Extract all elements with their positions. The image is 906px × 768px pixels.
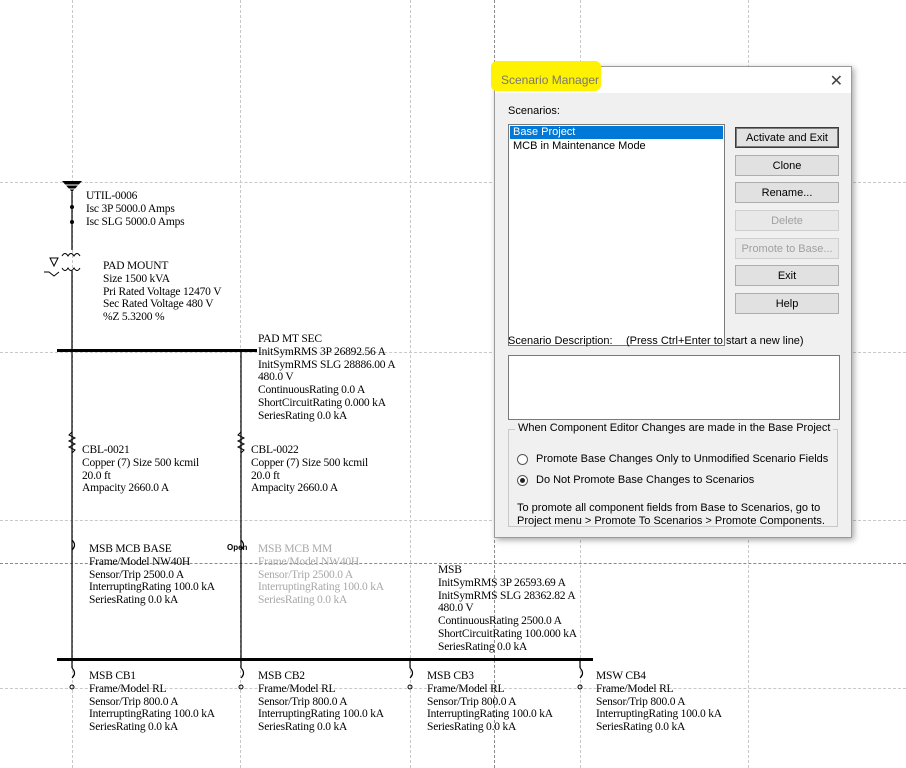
activate-and-exit-button[interactable]: Activate and Exit [735,127,839,148]
dialog-title: Scenario Manager [501,73,600,87]
rename-button[interactable]: Rename... [735,182,839,203]
cable-2-label[interactable]: CBL-0022 Copper (7) Size 500 kcmil 20.0 … [251,444,368,495]
scenario-item-base-project[interactable]: Base Project [510,126,723,139]
promote-note-text: To promote all component fields from Bas… [517,502,825,527]
scenarios-listbox[interactable]: Base Project MCB in Maintenance Mode [508,124,725,346]
groupbox-title: When Component Editor Changes are made i… [515,422,834,434]
utility-label[interactable]: UTIL-0006 Isc 3P 5000.0 Amps Isc SLG 500… [86,190,185,228]
dialog-titlebar[interactable]: Scenario Manager ✕ [491,61,851,93]
radio-promote-label: Promote Base Changes Only to Unmodified … [536,453,829,465]
radio-button-icon[interactable] [517,453,528,465]
msb-bus-label[interactable]: MSB InitSymRMS 3P 26593.69 A InitSymRMS … [438,564,577,654]
mcb-base-label[interactable]: MSB MCB BASE Frame/Model NW40H Sensor/Tr… [89,543,215,607]
delete-button[interactable]: Delete [735,210,839,231]
cb2-label[interactable]: MSB CB2 Frame/Model RL Sensor/Trip 800.0… [258,670,384,734]
utility-symbol [62,181,82,192]
exit-button[interactable]: Exit [735,265,839,286]
open-status-tag: Open [227,543,248,552]
scenarios-label: Scenarios: [508,105,560,117]
transformer-symbol [44,253,81,277]
scenario-description-label: Scenario Description: [508,335,613,347]
clone-button[interactable]: Clone [735,155,839,176]
mcb-mm-label[interactable]: MSB MCB MM Frame/Model NW40H Sensor/Trip… [258,543,384,607]
cable-1-label[interactable]: CBL-0021 Copper (7) Size 500 kcmil 20.0 … [82,444,199,495]
base-changes-groupbox: When Component Editor Changes are made i… [508,422,838,527]
cb4-label[interactable]: MSW CB4 Frame/Model RL Sensor/Trip 800.0… [596,670,722,734]
close-icon[interactable]: ✕ [830,71,843,91]
scenario-item-mcb-maintenance[interactable]: MCB in Maintenance Mode [510,140,723,153]
cb3-label[interactable]: MSB CB3 Frame/Model RL Sensor/Trip 800.0… [427,670,553,734]
radio-promote-unmodified[interactable]: Promote Base Changes Only to Unmodified … [517,452,828,466]
transformer-label[interactable]: PAD MOUNT Size 1500 kVA Pri Rated Voltag… [103,260,222,324]
help-button[interactable]: Help [735,293,839,314]
cb1-label[interactable]: MSB CB1 Frame/Model RL Sensor/Trip 800.0… [89,670,215,734]
msb-bus[interactable] [57,658,593,661]
pad-mt-sec-label[interactable]: PAD MT SEC InitSymRMS 3P 26892.56 A Init… [258,333,396,423]
radio-do-not-promote[interactable]: Do Not Promote Base Changes to Scenarios [517,473,754,487]
radio-button-selected-icon[interactable] [517,474,528,486]
scenario-description-field[interactable] [508,355,840,420]
promote-to-base-button[interactable]: Promote to Base... [735,238,839,259]
scenario-description-hint: (Press Ctrl+Enter to start a new line) [626,335,804,347]
radio-no-promote-label: Do Not Promote Base Changes to Scenarios [536,474,755,486]
pad-mt-sec-bus[interactable] [57,349,257,352]
scenario-manager-dialog: Scenario Manager ✕ Scenarios: Base Proje… [491,61,852,538]
